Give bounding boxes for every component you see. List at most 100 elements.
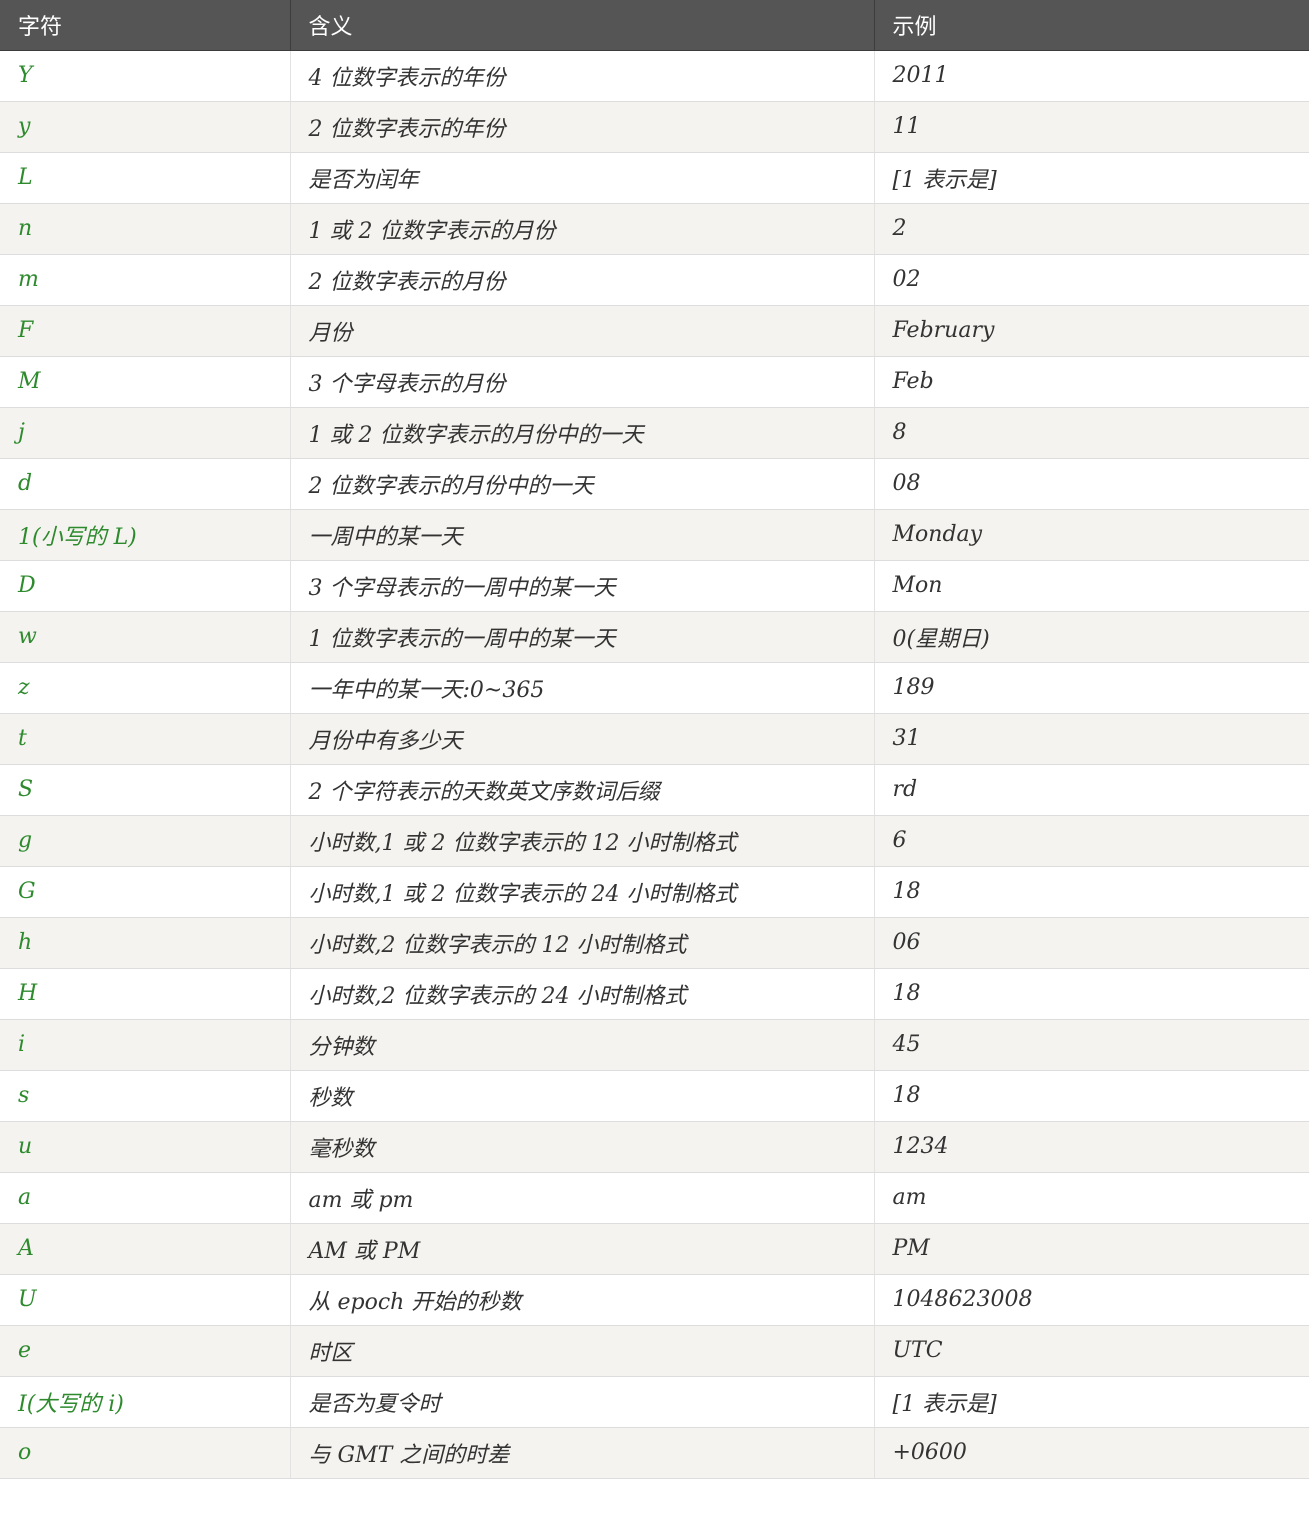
meaning-cell: 是否为夏令时 [290, 1376, 875, 1428]
char-cell: S [0, 764, 291, 816]
table-row: j1 或 2 位数字表示的月份中的一天 8 [0, 407, 1309, 459]
header-meaning: 含义 [290, 0, 875, 51]
example-cell: 18 [874, 1070, 1309, 1122]
example-cell: Feb [874, 356, 1309, 408]
example-cell: Monday [874, 509, 1309, 561]
table-row: U从 epoch 开始的秒数 1048623008 [0, 1274, 1309, 1326]
example-cell: 0(星期日) [874, 611, 1309, 663]
char-cell: h [0, 917, 291, 969]
char-cell: m [0, 254, 291, 306]
char-cell: U [0, 1274, 291, 1326]
char-cell: G [0, 866, 291, 918]
table-row: L 是否为闰年 [1 表示是] [0, 152, 1309, 204]
table-row: z 一年中的某一天:0~365 189 [0, 662, 1309, 714]
example-cell: 31 [874, 713, 1309, 765]
example-cell: 18 [874, 968, 1309, 1020]
table-row: t 月份中有多少天 31 [0, 713, 1309, 765]
table-row: S2 个字符表示的天数英文序数词后缀 rd [0, 764, 1309, 816]
table-row: Y4 位数字表示的年份 2011 [0, 50, 1309, 102]
table-row: u 毫秒数 1234 [0, 1121, 1309, 1173]
table-row: 1(小写的 L) 一周中的某一天 Monday [0, 509, 1309, 561]
meaning-cell: 秒数 [290, 1070, 875, 1122]
example-cell: [1 表示是] [874, 152, 1309, 204]
table-row: G 小时数,1 或 2 位数字表示的 24 小时制格式 18 [0, 866, 1309, 918]
table-row: i 分钟数 45 [0, 1019, 1309, 1071]
example-cell: 08 [874, 458, 1309, 510]
meaning-cell: 是否为闰年 [290, 152, 875, 204]
char-cell: a [0, 1172, 291, 1224]
char-cell: y [0, 101, 291, 153]
example-cell: 8 [874, 407, 1309, 459]
example-cell: +0600 [874, 1427, 1309, 1479]
table-row: w1 位数字表示的一周中的某一天 0(星期日) [0, 611, 1309, 663]
table-body: Y4 位数字表示的年份 2011 y 2 位数字表示的年份 11 L 是否为闰年 [1 表示是… [0, 50, 1309, 1479]
example-cell: 02 [874, 254, 1309, 306]
char-cell: e [0, 1325, 291, 1377]
meaning-cell: 4 位数字表示的年份 [290, 50, 875, 102]
char-cell: 1(小写的 L) [0, 509, 291, 561]
char-cell: A [0, 1223, 291, 1275]
example-cell: 1048623008 [874, 1274, 1309, 1326]
char-cell: t [0, 713, 291, 765]
example-cell: 18 [874, 866, 1309, 918]
header-char: 字符 [0, 0, 291, 51]
table-row: g 小时数,1 或 2 位数字表示的 12 小时制格式 6 [0, 815, 1309, 867]
example-cell: 45 [874, 1019, 1309, 1071]
table-row: e 时区 UTC [0, 1325, 1309, 1377]
table-row: F 月份 February [0, 305, 1309, 357]
example-cell: February [874, 305, 1309, 357]
example-cell: 2011 [874, 50, 1309, 102]
meaning-cell: 月份 [290, 305, 875, 357]
meaning-cell: 从 epoch 开始的秒数 [290, 1274, 875, 1326]
meaning-cell: 分钟数 [290, 1019, 875, 1071]
char-cell: L [0, 152, 291, 204]
char-cell: F [0, 305, 291, 357]
meaning-cell: 与 GMT 之间的时差 [290, 1427, 875, 1479]
meaning-cell: am 或 pm [290, 1172, 875, 1224]
meaning-cell: 小时数,1 或 2 位数字表示的 24 小时制格式 [290, 866, 875, 918]
table-row: H 小时数,2 位数字表示的 24 小时制格式 18 [0, 968, 1309, 1020]
table-row: h 小时数,2 位数字表示的 12 小时制格式 06 [0, 917, 1309, 969]
example-cell: Mon [874, 560, 1309, 612]
header-row: 字符 含义 示例 [0, 0, 1309, 51]
example-cell: UTC [874, 1325, 1309, 1377]
char-cell: s [0, 1070, 291, 1122]
meaning-cell: 一年中的某一天:0~365 [290, 662, 875, 714]
date-format-table: 字符 含义 示例 Y4 位数字表示的年份 2011 y 2 位数字表示的年份 11 L 是否… [0, 0, 1309, 1479]
char-cell: H [0, 968, 291, 1020]
char-cell: M [0, 356, 291, 408]
example-cell: 11 [874, 101, 1309, 153]
char-cell: z [0, 662, 291, 714]
example-cell: 189 [874, 662, 1309, 714]
meaning-cell: 1 或 2 位数字表示的月份中的一天 [290, 407, 875, 459]
meaning-cell: 1 位数字表示的一周中的某一天 [290, 611, 875, 663]
example-cell: rd [874, 764, 1309, 816]
char-cell: j [0, 407, 291, 459]
char-cell: I(大写的 i) [0, 1376, 291, 1428]
example-cell: [1 表示是] [874, 1376, 1309, 1428]
table-row: M3 个字母表示的月份 Feb [0, 356, 1309, 408]
char-cell: Y [0, 50, 291, 102]
meaning-cell: 2 位数字表示的月份中的一天 [290, 458, 875, 510]
char-cell: d [0, 458, 291, 510]
meaning-cell: 一周中的某一天 [290, 509, 875, 561]
char-cell: u [0, 1121, 291, 1173]
meaning-cell: 1 或 2 位数字表示的月份 [290, 203, 875, 255]
table-row: A AM 或 PM PM [0, 1223, 1309, 1275]
table-row: s 秒数 18 [0, 1070, 1309, 1122]
char-cell: w [0, 611, 291, 663]
table-row: n1 或 2 位数字表示的月份 2 [0, 203, 1309, 255]
meaning-cell: 小时数,2 位数字表示的 12 小时制格式 [290, 917, 875, 969]
meaning-cell: 时区 [290, 1325, 875, 1377]
example-cell: 1234 [874, 1121, 1309, 1173]
meaning-cell: 小时数,2 位数字表示的 24 小时制格式 [290, 968, 875, 1020]
meaning-cell: 2 位数字表示的月份 [290, 254, 875, 306]
meaning-cell: 2 个字符表示的天数英文序数词后缀 [290, 764, 875, 816]
char-cell: g [0, 815, 291, 867]
example-cell: am [874, 1172, 1309, 1224]
table-row: D3 个字母表示的一周中的某一天 Mon [0, 560, 1309, 612]
header-example: 示例 [874, 0, 1309, 51]
meaning-cell: 3 个字母表示的一周中的某一天 [290, 560, 875, 612]
char-cell: n [0, 203, 291, 255]
meaning-cell: 月份中有多少天 [290, 713, 875, 765]
